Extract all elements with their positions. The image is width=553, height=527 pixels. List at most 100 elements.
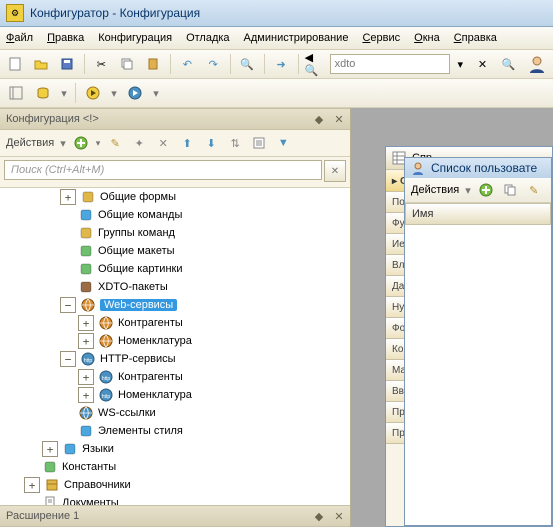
users-edit-button[interactable]: ✎ [525,181,543,199]
tree-node[interactable]: Общие картинки [0,260,350,278]
tree-node[interactable]: +httpКонтрагенты [0,368,350,386]
edit-button[interactable]: ✎ [106,134,124,152]
user-icon[interactable] [526,52,549,76]
tree-node[interactable]: Константы [0,458,350,476]
title-app: Конфигуратор [30,6,109,20]
tree-toggle[interactable]: + [60,189,76,205]
menu-help[interactable]: Справка [454,32,497,44]
tree-node[interactable]: XDTO-пакеты [0,278,350,296]
xdto-icon [78,279,94,295]
users-column-name[interactable]: Имя [405,203,551,225]
http-icon: http [98,369,114,385]
toolbar-search-input[interactable] [330,54,450,74]
tree-node[interactable]: +Языки [0,440,350,458]
tree-node[interactable]: +Общие формы [0,188,350,206]
menu-windows[interactable]: Окна [414,32,440,44]
sort-button[interactable]: ⇅ [226,134,244,152]
menubar: Файл Правка Конфигурация Отладка Админис… [0,27,553,50]
web-icon [80,297,96,313]
web-icon [98,333,114,349]
actions-label[interactable]: Действия [6,137,54,149]
save-button[interactable] [56,52,79,76]
titlebar: ⚙ Конфигуратор - Конфигурация [0,0,553,27]
pic-icon [78,261,94,277]
tree-node[interactable]: Общие макеты [0,242,350,260]
tree-node[interactable]: +httpНоменклатура [0,386,350,404]
web-icon [98,315,114,331]
wand-button[interactable]: ✦ [130,134,148,152]
search-dd-button[interactable]: ▾ [453,52,468,76]
run-dd-button[interactable]: ▾ [108,81,120,105]
cut-button[interactable]: ✂ [90,52,113,76]
menu-debug[interactable]: Отладка [186,32,229,44]
search-back-button[interactable]: ◀🔍 [304,52,327,76]
config-tree[interactable]: +Общие формыОбщие командыГруппы командОб… [0,188,350,505]
menu-config[interactable]: Конфигурация [98,32,172,44]
search-clear-button[interactable]: ✕ [471,52,494,76]
tree-toggle[interactable]: + [42,441,58,457]
menu-admin[interactable]: Администрирование [244,32,349,44]
delete-button[interactable]: ✕ [154,134,172,152]
users-copy-button[interactable] [501,181,519,199]
extension-panel-header: Расширение 1 ◆ ✕ [0,505,350,527]
tree-search-clear[interactable]: ✕ [324,160,346,182]
ext-pin-icon[interactable]: ◆ [312,509,326,523]
users-actions-label[interactable]: Действия [411,184,459,196]
http-icon: http [80,351,96,367]
down-button[interactable]: ⬇ [202,134,220,152]
users-subwindow[interactable]: Список пользовате Действия ▾ ✎ Имя [404,157,552,526]
tree-toggle[interactable]: + [78,387,94,403]
menu-edit[interactable]: Правка [47,32,84,44]
tree-node[interactable]: −Web-сервисы [0,296,350,314]
run-button[interactable] [81,81,105,105]
tree-toggle[interactable]: + [78,369,94,385]
db-button[interactable] [31,81,55,105]
copy-button[interactable] [116,52,139,76]
tree-label: Номенклатура [118,335,192,347]
goto-button[interactable]: ➜ [270,52,293,76]
tree-node[interactable]: WS-ссылки [0,404,350,422]
tree-node[interactable]: +Справочники [0,476,350,494]
up-button[interactable]: ⬆ [178,134,196,152]
tree-toggle[interactable]: + [78,315,94,331]
paste-button[interactable] [142,52,165,76]
title-doc: Конфигурация [120,6,201,20]
tree-toggle[interactable]: − [60,297,76,313]
users-add-button[interactable] [477,181,495,199]
ext-close-icon[interactable]: ✕ [332,509,346,523]
list-button[interactable] [250,134,268,152]
tree-node[interactable]: + Номенклатура [0,332,350,350]
tree-toggle[interactable]: + [24,477,40,493]
tree-node[interactable]: +Контрагенты [0,314,350,332]
tree-search-input[interactable] [4,160,322,180]
add-button[interactable] [72,134,90,152]
find-button[interactable]: 🔍 [236,52,259,76]
search-go-button[interactable]: 🔍 [497,52,520,76]
db-dd-button[interactable]: ▾ [58,81,70,105]
tree-node[interactable]: Документы [0,494,350,505]
right-window[interactable]: Спр ▸ОсПоФуИеВлДаНуФоКоМаВвПрПр Список п… [385,146,553,527]
filter-button[interactable]: ▼ [274,134,292,152]
users-subwindow-header: Список пользовате [405,158,551,178]
panel-pin-icon[interactable]: ◆ [312,112,326,126]
tree-toggle[interactable]: + [78,333,94,349]
redo-button[interactable]: ↷ [202,52,225,76]
tree-label: Общие команды [98,209,182,221]
debug-dd-button[interactable]: ▾ [150,81,162,105]
open-button[interactable] [30,52,53,76]
undo-button[interactable]: ↶ [176,52,199,76]
debug-run-button[interactable] [123,81,147,105]
menu-file[interactable]: Файл [6,32,33,44]
tree-node[interactable]: Общие команды [0,206,350,224]
menu-service[interactable]: Сервис [362,32,400,44]
tree-node[interactable]: Группы команд [0,224,350,242]
tree-toggle[interactable]: − [60,351,76,367]
person-icon [411,161,425,175]
tree-node[interactable]: Элементы стиля [0,422,350,440]
new-button[interactable] [4,52,27,76]
tree-node[interactable]: −httpHTTP-сервисы [0,350,350,368]
tree-button[interactable] [4,81,28,105]
svg-text:http: http [84,358,93,364]
panel-close-icon[interactable]: ✕ [332,112,346,126]
tree-label: WS-ссылки [98,407,156,419]
